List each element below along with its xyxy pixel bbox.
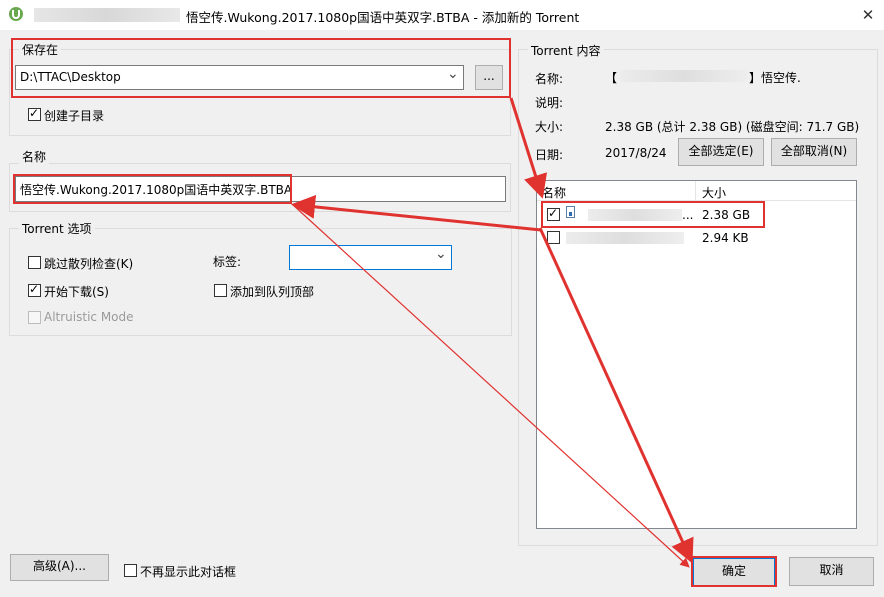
altruistic-mode-label: Altruistic Mode [44,310,134,324]
column-header-size[interactable]: 大小 [702,184,726,201]
column-divider [695,181,696,200]
add-to-top-label: 添加到队列顶部 [230,285,315,299]
cancel-button[interactable]: 取消 [789,557,874,586]
annotation-box-save-path [11,38,511,98]
content-name-bracket-open: 【 [605,71,618,85]
utorrent-logo-icon [9,7,23,21]
create-subdir-label: 创建子目录 [44,109,105,123]
annotation-box-ok [691,556,777,587]
content-name-redacted [620,70,748,82]
content-date-label: 日期: [535,148,564,162]
torrent-options-legend: Torrent 选项 [19,220,95,237]
annotation-box-name [13,174,292,204]
deselect-all-button[interactable]: 全部取消(N) [771,138,857,166]
advanced-button[interactable]: 高级(A)... [10,554,109,581]
file-row-checkbox[interactable] [547,231,560,244]
content-name-label: 名称: [535,72,564,86]
content-desc-label: 说明: [535,96,564,110]
altruistic-mode-checkbox [28,311,41,324]
annotation-box-file [541,201,765,228]
dont-show-again-label: 不再显示此对话框 [140,565,237,579]
start-download-checkbox[interactable] [28,282,41,297]
start-download-label: 开始下载(S) [44,285,109,299]
file-size: 2.94 KB [702,231,749,245]
window-title: 悟空传.Wukong.2017.1080p国语中英双字.BTBA - 添加新的 … [186,10,580,25]
create-subdir-checkbox[interactable] [28,106,41,121]
chevron-down-icon[interactable]: ⌄ [435,246,447,262]
content-name-tail: 】悟空传. [749,71,801,85]
close-icon[interactable]: ✕ [858,5,878,25]
file-name-redacted [566,232,684,244]
column-header-name[interactable]: 名称 [542,184,566,201]
content-size-value: 2.38 GB (总计 2.38 GB) (磁盘空间: 71.7 GB) [605,120,860,134]
file-list-header [537,181,856,201]
skip-hash-check-label: 跳过散列检查(K) [44,257,134,271]
content-date-value: 2017/8/24 [605,146,667,160]
tag-combobox[interactable]: ⌄ [289,245,452,270]
torrent-content-legend: Torrent 内容 [528,42,604,59]
select-all-button[interactable]: 全部选定(E) [678,138,764,166]
title-redacted-block [34,8,180,22]
add-to-top-checkbox[interactable] [214,284,227,297]
dont-show-again-checkbox[interactable] [124,564,137,577]
name-legend: 名称 [19,148,50,165]
tag-label: 标签: [213,255,242,269]
skip-hash-check-checkbox[interactable] [28,256,41,269]
content-size-label: 大小: [535,120,564,134]
